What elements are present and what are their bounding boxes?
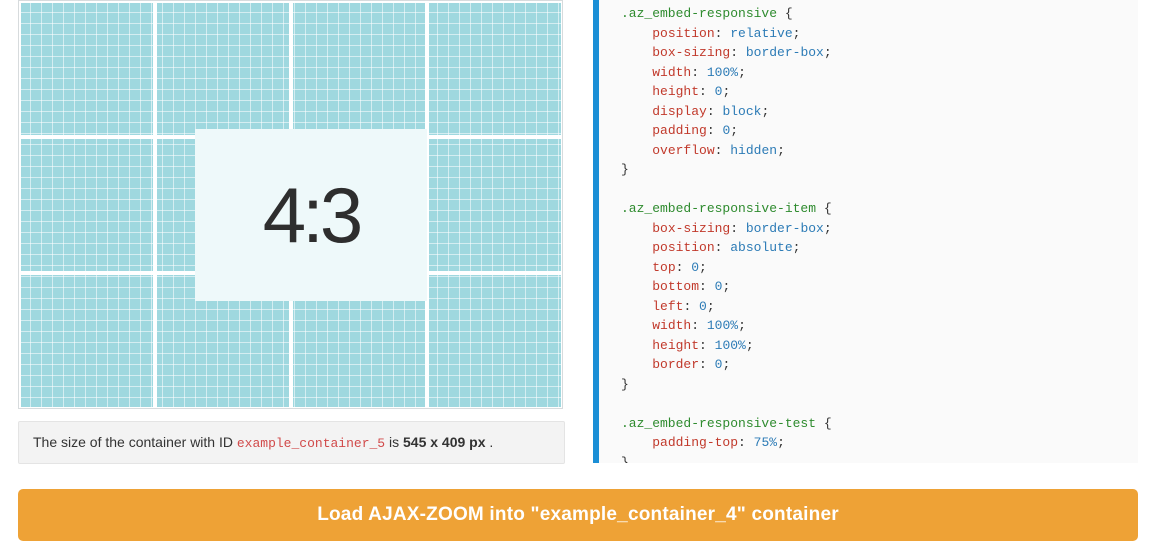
- caption-middle: is: [389, 434, 403, 450]
- caption-dimensions: 545 x 409 px: [403, 434, 486, 450]
- page-root: 4:3 The size of the container with ID ex…: [0, 0, 1156, 541]
- right-column: .az_embed-responsive { position: relativ…: [593, 0, 1138, 464]
- load-ajax-zoom-button[interactable]: Load AJAX-ZOOM into "example_container_4…: [18, 489, 1138, 541]
- container-size-caption: The size of the container with ID exampl…: [18, 421, 565, 464]
- caption-suffix: .: [489, 434, 493, 450]
- caption-prefix: The size of the container with ID: [33, 434, 237, 450]
- aspect-ratio-card: 4:3: [195, 129, 427, 301]
- responsive-grid-preview: 4:3: [18, 0, 563, 409]
- caption-container-id: example_container_5: [237, 436, 385, 451]
- left-column: 4:3 The size of the container with ID ex…: [18, 0, 565, 464]
- aspect-ratio-label: 4:3: [263, 176, 359, 254]
- two-column-layout: 4:3 The size of the container with ID ex…: [18, 0, 1138, 464]
- css-code-block: .az_embed-responsive { position: relativ…: [593, 0, 1138, 463]
